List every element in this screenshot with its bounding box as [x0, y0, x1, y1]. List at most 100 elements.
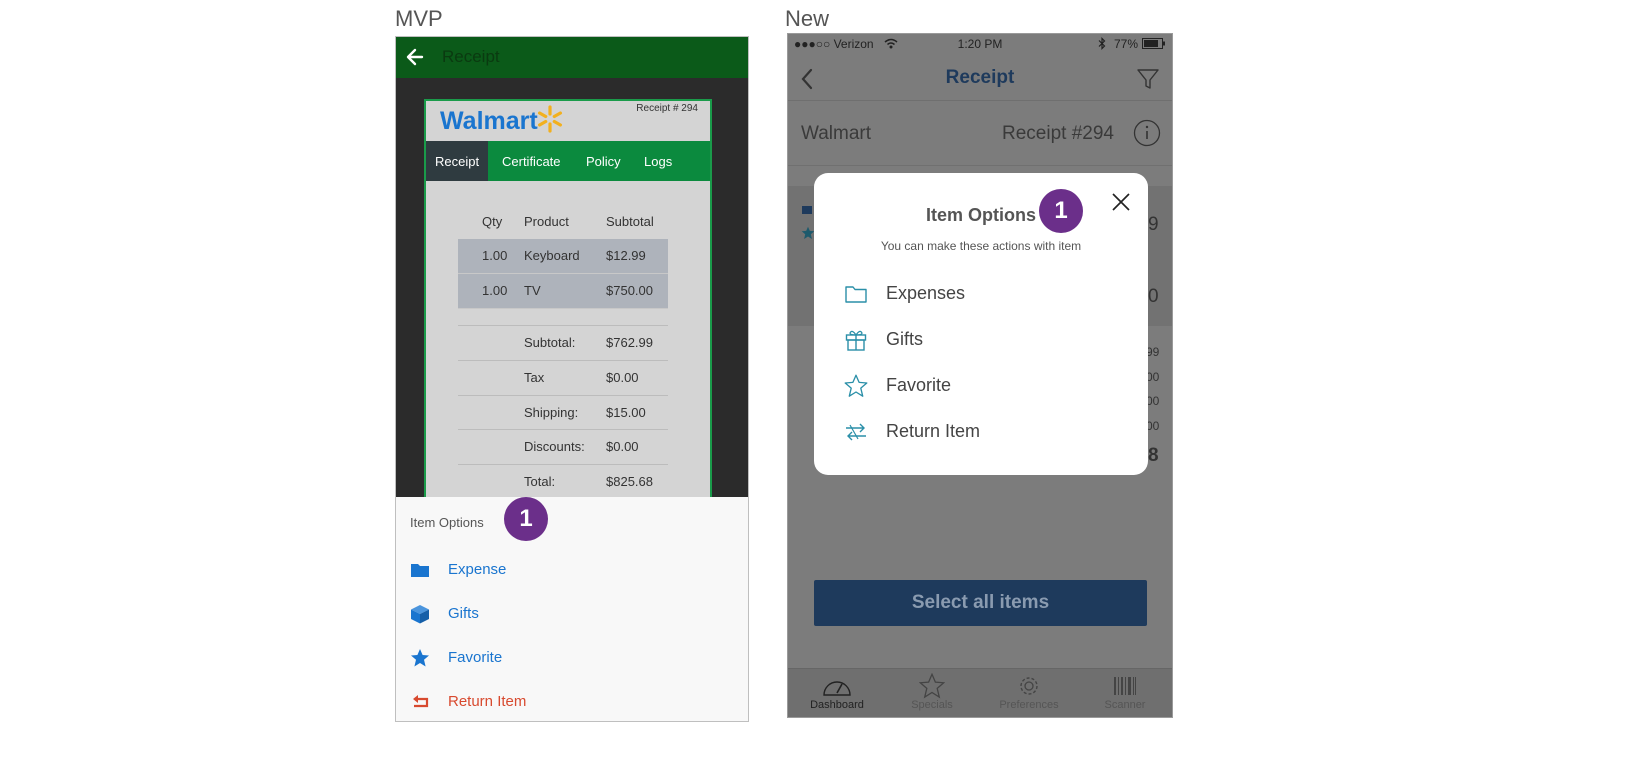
- gift-icon: [845, 330, 867, 351]
- item-subtotal: $12.99: [606, 248, 646, 263]
- tab-specials[interactable]: Specials: [887, 671, 977, 717]
- hidden-fragment: 0: [1148, 286, 1159, 307]
- option-label: Favorite: [448, 649, 503, 666]
- tab-logs[interactable]: Logs: [644, 141, 672, 181]
- annotation-badge: 1: [504, 497, 548, 541]
- mvp-phone: Receipt Walmart Receipt # 294 Receipt Ce…: [395, 36, 749, 722]
- return-icon: [413, 695, 429, 708]
- hidden-fragment: 9: [1148, 214, 1159, 235]
- annotation-badge: 1: [1039, 189, 1083, 233]
- table-header-row: Qty Product Subtotal: [458, 205, 668, 239]
- box-icon: [411, 605, 429, 624]
- summary-value: $825.68: [606, 474, 653, 489]
- folder-icon: [411, 564, 429, 577]
- mvp-label: MVP: [395, 6, 443, 31]
- summary-label: Subtotal:: [524, 335, 576, 350]
- option-label: Expenses: [886, 283, 966, 303]
- mvp-app-bar: Receipt: [396, 37, 748, 78]
- battery-icon: [1142, 38, 1165, 49]
- tab-scanner[interactable]: Scanner: [1080, 671, 1170, 717]
- bluetooth-icon: [1098, 37, 1106, 50]
- hidden-fragment: 00: [1146, 419, 1160, 433]
- tab-label: Dashboard: [810, 699, 864, 711]
- summary-label: Tax: [524, 370, 545, 385]
- mvp-receipt-card: Walmart Receipt # 294 Receipt Certificat…: [424, 99, 712, 519]
- option-label: Return Item: [886, 421, 981, 441]
- battery-percent: 77%: [1114, 37, 1139, 51]
- summary-value: $15.00: [606, 405, 646, 420]
- hidden-fragment: 99: [1146, 345, 1160, 359]
- return-arrows-icon: [846, 423, 866, 441]
- option-label: Expense: [448, 561, 507, 578]
- back-arrow-icon[interactable]: [404, 44, 426, 70]
- hidden-fragment: 00: [1146, 394, 1160, 408]
- summary-value: $0.00: [606, 439, 639, 454]
- item-star-icon: [801, 226, 815, 239]
- option-label: Favorite: [886, 375, 952, 395]
- nav-title: Receipt: [945, 67, 1015, 88]
- modal-subtitle: You can make these actions with item: [880, 239, 1082, 253]
- mvp-receipt-number: Receipt # 294: [636, 103, 698, 114]
- mvp-tab-bar: Receipt Certificate Policy Logs: [426, 141, 710, 181]
- tab-label: Scanner: [1104, 699, 1146, 711]
- summary-row: Shipping: $15.00: [458, 395, 668, 430]
- info-icon[interactable]: [1133, 119, 1161, 147]
- nav-bar: Receipt: [788, 54, 1172, 101]
- walmart-logo: Walmart: [440, 107, 538, 135]
- filter-icon[interactable]: [1136, 67, 1160, 91]
- walmart-spark-icon: [537, 105, 562, 133]
- tab-certificate[interactable]: Certificate: [502, 141, 561, 181]
- dashboard-icon: [823, 681, 851, 696]
- col-subtotal: Subtotal: [606, 214, 654, 229]
- tab-dashboard[interactable]: Dashboard: [792, 671, 882, 717]
- tab-receipt[interactable]: Receipt: [426, 141, 489, 181]
- hidden-fragment: 00: [1146, 370, 1160, 384]
- barcode-icon: [1114, 677, 1136, 695]
- summary-row: Total: $825.68: [458, 464, 668, 499]
- item-qty: 1.00: [482, 248, 508, 263]
- hidden-fragment: 8: [1148, 445, 1159, 466]
- sheet-title: Item Options: [410, 515, 484, 530]
- star-icon: [411, 649, 429, 667]
- option-label: Gifts: [448, 605, 479, 622]
- tab-preferences[interactable]: Preferences: [984, 671, 1074, 717]
- tab-label: Preferences: [999, 699, 1059, 711]
- col-product: Product: [524, 214, 569, 229]
- status-bar: ●●●○○ Verizon 1:20 PM 77%: [788, 34, 1172, 54]
- item-product: Keyboard: [524, 248, 580, 263]
- col-qty: Qty: [482, 214, 503, 229]
- summary-row: Tax $0.00: [458, 360, 668, 395]
- bottom-tab-bar: Dashboard Specials Preferences Scanner: [788, 668, 1172, 717]
- tab-label: Specials: [911, 699, 953, 711]
- summary-label: Discounts:: [524, 439, 585, 454]
- mvp-appbar-title: Receipt: [442, 47, 500, 66]
- option-label: Gifts: [886, 329, 924, 349]
- summary-value: $0.00: [606, 370, 639, 385]
- item-options-modal: Item Options 1 You can make these action…: [814, 173, 1148, 475]
- tab-policy[interactable]: Policy: [586, 141, 621, 181]
- receipt-number: Receipt #294: [1002, 123, 1114, 144]
- receipt-header: Walmart Receipt #294: [788, 101, 1172, 166]
- item-folder-icon: [802, 206, 812, 214]
- select-all-button[interactable]: Select all items: [814, 580, 1147, 626]
- summary-label: Shipping:: [524, 405, 579, 420]
- new-label: New: [785, 6, 830, 31]
- table-row[interactable]: 1.00 Keyboard $12.99: [458, 239, 668, 274]
- item-subtotal: $750.00: [606, 283, 653, 298]
- option-label: Return Item: [448, 693, 527, 710]
- store-name: Walmart: [801, 123, 872, 144]
- item-product: TV: [524, 283, 541, 298]
- summary-label: Total:: [524, 474, 556, 489]
- close-icon[interactable]: [1110, 191, 1132, 213]
- gear-icon: [1020, 677, 1038, 695]
- modal-title: Item Options: [925, 205, 1036, 225]
- mvp-item-options-sheet: Item Options 1 Expense Gifts Favorite Re…: [396, 497, 748, 721]
- summary-row: Discounts: $0.00: [458, 429, 668, 464]
- new-phone: ●●●○○ Verizon 1:20 PM 77% Receipt Walmar…: [787, 33, 1173, 718]
- summary-value: $762.99: [606, 335, 653, 350]
- table-row[interactable]: 1.00 TV $750.00: [458, 274, 668, 309]
- folder-outline-icon: [845, 286, 867, 303]
- item-qty: 1.00: [482, 283, 508, 298]
- summary-row: Subtotal: $762.99: [458, 325, 668, 360]
- star-outline-icon: [844, 374, 868, 397]
